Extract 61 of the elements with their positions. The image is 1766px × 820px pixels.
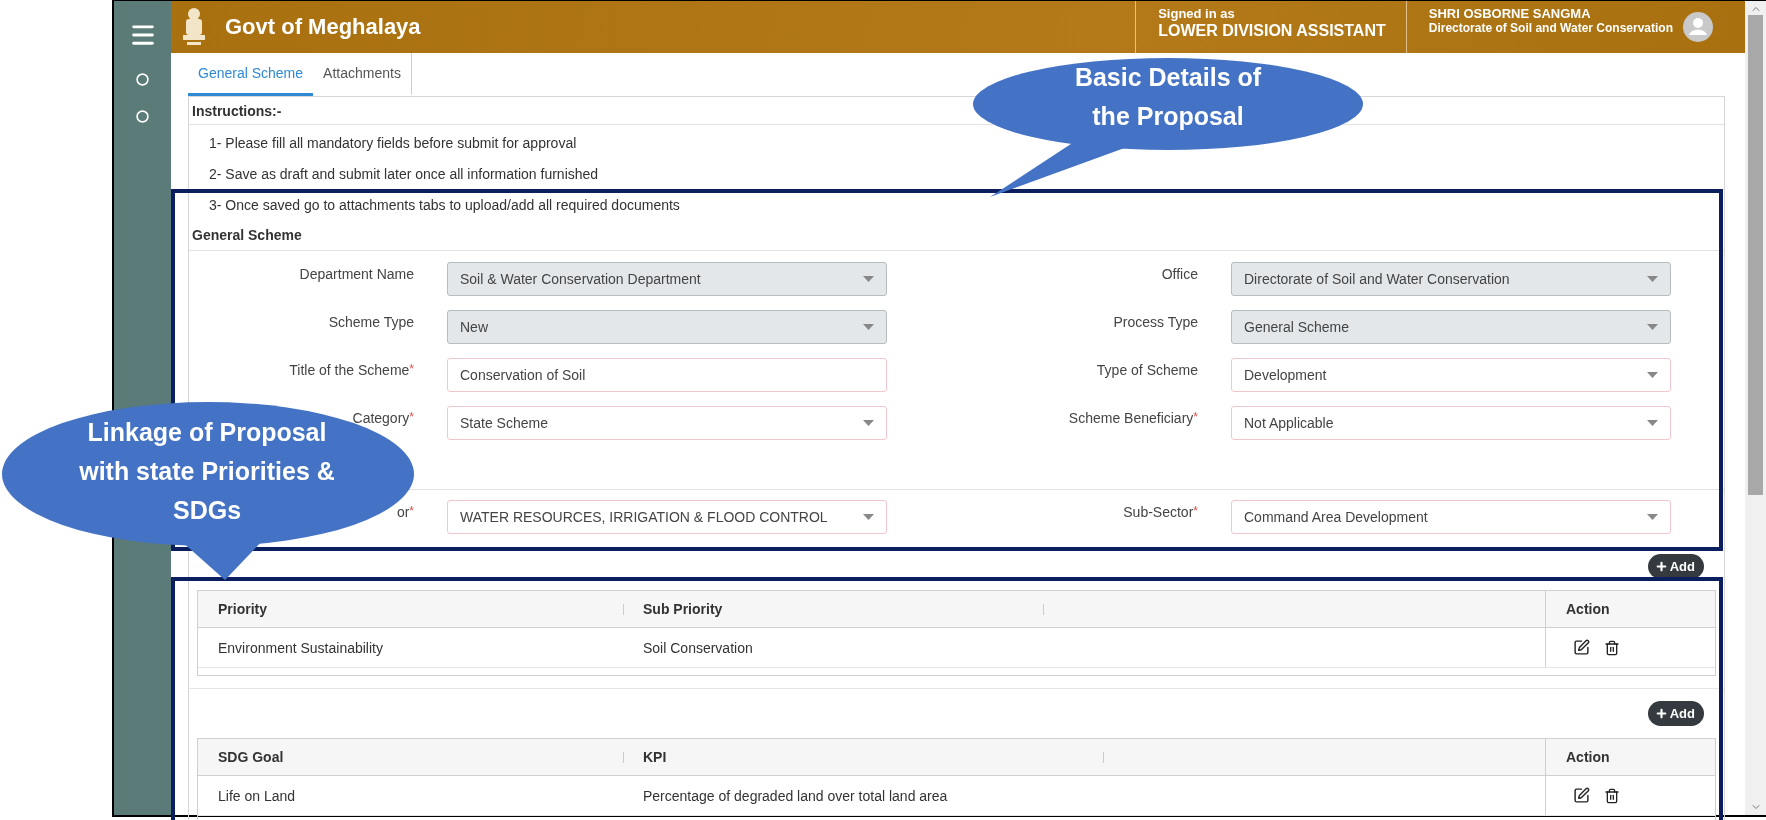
user-name: SHRI OSBORNE SANGMA [1428,7,1592,22]
field-label: Sub-Sector* [1123,504,1198,520]
field-label: Scheme Beneficiary* [1068,410,1198,426]
column-header: SDG Goal [198,739,623,776]
instruction-text: 2- Save as draft and submit later once all information furnished [208,164,600,184]
dropdown-field[interactable]: Development [1231,358,1671,392]
delete-icon[interactable] [1604,787,1620,804]
circle-icon[interactable] [136,110,149,123]
tab[interactable]: General Scheme [188,53,314,96]
user-avatar-icon[interactable] [1683,12,1713,42]
user-office: Directorate of Soil and Water Conservation [1428,21,1673,36]
section-heading: General Scheme [189,220,1724,251]
caret-icon [863,324,874,330]
plus-icon [1654,707,1668,720]
caret-icon [1647,514,1658,520]
table-cell-text: Environment Sustainability [217,638,384,658]
caret-icon [863,514,874,520]
caret-icon [863,276,874,282]
add-button[interactable]: Add [1647,701,1704,726]
tab[interactable]: Attachments [313,53,412,96]
signed-in-label: Signed in as [1158,7,1236,22]
field-label: Office [1161,266,1198,282]
column-header: Priority [198,591,623,628]
callout-text: Basic Details of the Proposal [1073,62,1263,132]
table-cell-text: Soil Conservation [642,638,754,658]
table-cell-text: Life on Land [217,786,297,806]
caret-icon [1647,324,1658,330]
scrollbar[interactable] [1745,1,1766,815]
user-role: LOWER DIVISION ASSISTANT [1158,21,1386,41]
callout-text: Linkage of Proposal with state Priorities & SDGs [78,417,336,526]
edit-icon[interactable] [1573,787,1590,804]
dropdown-field[interactable]: WATER RESOURCES, IRRIGATION & FLOOD CONTROL [447,500,887,534]
caret-icon [1647,372,1658,378]
field-label: Scheme Type [328,314,414,330]
scrollbar-thumb[interactable] [1748,15,1763,495]
table-cell-text: Percentage of degraded land over total land area [642,786,949,806]
column-header: KPI [623,739,1103,776]
column-header: Action [1545,739,1715,776]
field-label: Process Type [1113,314,1198,330]
field-label: or* [396,504,414,520]
caret-icon [863,420,874,426]
instruction-text: 1- Please fill all mandatory fields before submit for approval [208,133,578,153]
field-label: Category* [352,410,414,426]
field-label: Title of the Scheme* [289,362,414,378]
edit-icon[interactable] [1573,639,1590,656]
caret-icon [1647,420,1658,426]
input-field[interactable]: Conservation of Soil [447,358,887,392]
circle-icon[interactable] [136,73,149,86]
instruction-text: 3- Once saved go to attachments tabs to upload/add all required documents [208,195,681,215]
app-title: Govt of Meghalaya [225,14,422,40]
dropdown-field[interactable]: Command Area Development [1231,500,1671,534]
field-label: Department Name [299,266,414,282]
dropdown-field[interactable]: Not Applicable [1231,406,1671,440]
delete-icon[interactable] [1604,639,1620,656]
dropdown-field[interactable]: State Scheme [447,406,887,440]
plus-icon [1654,560,1668,573]
add-button[interactable]: Add [1647,554,1704,579]
column-header: Sub Priority [623,591,1043,628]
field-label: Type of Scheme [1096,362,1198,378]
column-header: Action [1545,591,1715,628]
caret-icon [1647,276,1658,282]
